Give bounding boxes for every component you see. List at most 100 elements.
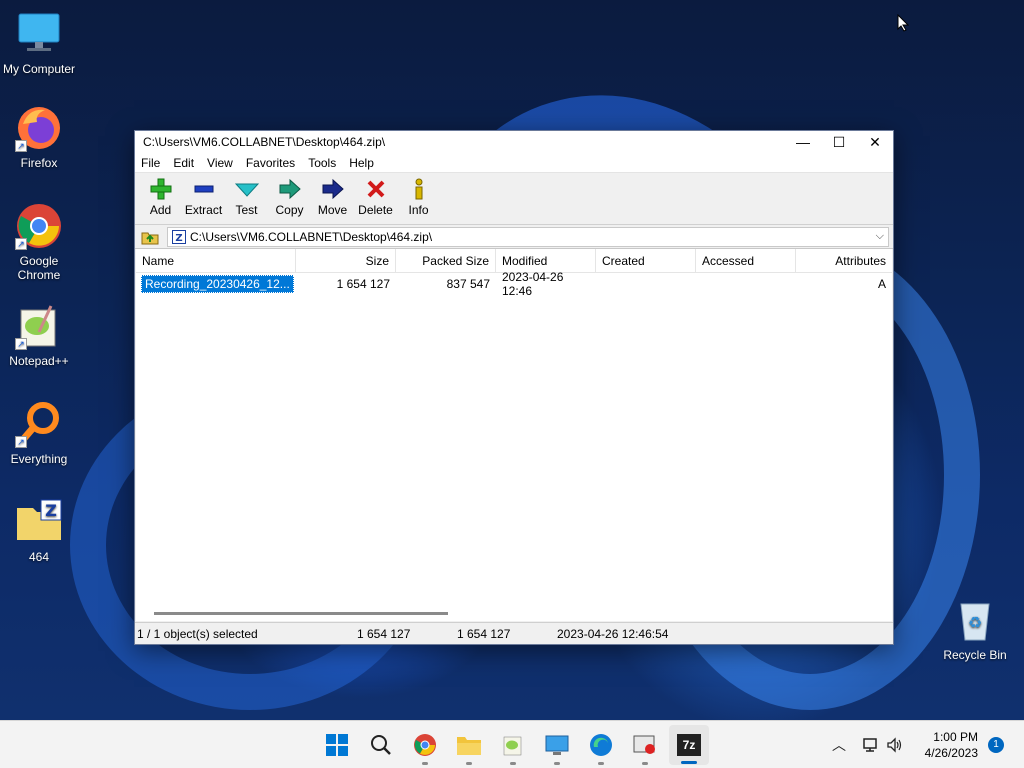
shortcut-arrow-icon: ↗	[15, 436, 27, 448]
delete-button[interactable]: Delete	[354, 177, 397, 217]
column-packed-size[interactable]: Packed Size	[396, 249, 496, 272]
desktop-icon-label: Notepad++	[9, 354, 69, 368]
chevron-down-icon[interactable]: ⌵	[876, 230, 884, 243]
window-title: C:\Users\VM6.COLLABNET\Desktop\464.zip\	[143, 135, 386, 149]
info-button[interactable]: Info	[397, 177, 440, 217]
extract-icon	[182, 177, 225, 201]
everything-search-icon: ↗	[15, 400, 63, 448]
search-button[interactable]	[365, 729, 397, 761]
start-button[interactable]	[321, 729, 353, 761]
desktop-icon-firefox[interactable]: ↗ Firefox	[0, 104, 78, 170]
close-button[interactable]: ✕	[857, 131, 893, 153]
column-created[interactable]: Created	[596, 249, 696, 272]
add-label: Add	[149, 203, 172, 217]
search-icon	[371, 735, 391, 755]
taskbar-remote-desktop[interactable]	[541, 729, 573, 765]
svg-text:Z: Z	[175, 233, 182, 244]
copy-button[interactable]: Copy	[268, 177, 311, 217]
status-size: 1 654 127	[357, 626, 411, 641]
info-icon	[397, 177, 440, 201]
copy-label: Copy	[275, 203, 304, 217]
toolbar: Add Extract Test Copy Move Delete Info	[135, 173, 893, 225]
desktop-icon-label: Everything	[10, 452, 68, 466]
chrome-icon	[414, 734, 436, 756]
status-modified: 2023-04-26 12:46:54	[557, 626, 669, 641]
running-indicator	[466, 762, 472, 765]
running-indicator	[598, 762, 604, 765]
delete-label: Delete	[358, 203, 393, 217]
shortcut-arrow-icon: ↗	[15, 238, 27, 250]
folder-up-icon	[141, 232, 159, 244]
taskbar-recorder[interactable]	[629, 729, 661, 765]
shortcut-arrow-icon: ↗	[15, 338, 27, 350]
taskbar-file-explorer[interactable]	[453, 729, 485, 765]
file-list[interactable]: Name Size Packed Size Modified Created A…	[136, 249, 892, 621]
taskbar-chrome[interactable]	[409, 729, 441, 765]
column-accessed[interactable]: Accessed	[696, 249, 796, 272]
screen-recorder-icon	[633, 735, 655, 754]
clock-date: 4/26/2023	[924, 746, 978, 760]
desktop-icon-464-zip[interactable]: Z 464	[0, 498, 78, 564]
menu-edit[interactable]: Edit	[173, 156, 194, 170]
menu-favorites[interactable]: Favorites	[246, 156, 295, 170]
firefox-icon: ↗	[15, 104, 63, 152]
column-name[interactable]: Name	[136, 249, 296, 272]
table-row[interactable]: Recording_20230426_12... 1 654 127 837 5…	[136, 270, 892, 298]
menu-bar: File Edit View Favorites Tools Help	[135, 153, 893, 173]
cell-packed-size: 837 547	[446, 277, 490, 291]
folder-up-button[interactable]	[139, 227, 161, 247]
running-indicator	[510, 762, 516, 765]
system-tray: ︿	[832, 721, 904, 768]
horizontal-scrollbar[interactable]	[154, 612, 448, 615]
desktop-icon-everything[interactable]: ↗ Everything	[0, 400, 78, 466]
taskbar-edge[interactable]	[585, 729, 617, 765]
extract-label: Extract	[184, 203, 223, 217]
desktop-icon-notepadpp[interactable]: ↗ Notepad++	[0, 302, 78, 368]
chevron-up-icon[interactable]: ︿	[832, 735, 846, 755]
add-button[interactable]: Add	[139, 177, 182, 217]
desktop-icon-my-computer[interactable]: My Computer	[0, 10, 78, 76]
notification-badge[interactable]: 1	[988, 737, 1004, 753]
maximize-button[interactable]: ☐	[821, 131, 857, 153]
move-icon	[311, 177, 354, 201]
move-button[interactable]: Move	[311, 177, 354, 217]
notepadpp-icon	[503, 736, 522, 756]
desktop-icon-recycle-bin[interactable]: ♻ Recycle Bin	[936, 596, 1014, 662]
taskbar-notepadpp[interactable]	[497, 729, 529, 765]
column-size[interactable]: Size	[296, 249, 396, 272]
running-indicator	[422, 762, 428, 765]
svg-text:♻: ♻	[968, 613, 982, 632]
cell-name: Recording_20230426_12...	[136, 275, 296, 293]
volume-icon[interactable]	[886, 737, 904, 753]
address-text: C:\Users\VM6.COLLABNET\Desktop\464.zip\	[190, 229, 433, 244]
menu-tools[interactable]: Tools	[308, 156, 336, 170]
desktop-icon-chrome[interactable]: ↗ Google Chrome	[0, 202, 78, 282]
taskbar-7zip[interactable]: 7z	[669, 725, 709, 765]
menu-file[interactable]: File	[141, 156, 160, 170]
column-attributes[interactable]: Attributes	[796, 249, 892, 272]
menu-help[interactable]: Help	[349, 156, 374, 170]
chrome-icon: ↗	[15, 202, 63, 250]
notepadpp-icon: ↗	[15, 302, 63, 350]
info-label: Info	[408, 203, 429, 217]
windows-logo-icon	[326, 734, 348, 756]
network-icon[interactable]	[862, 737, 880, 753]
folder-icon	[457, 737, 481, 755]
extract-button[interactable]: Extract	[182, 177, 225, 217]
test-icon	[225, 177, 268, 201]
menu-view[interactable]: View	[207, 156, 233, 170]
status-selection: 1 / 1 object(s) selected	[137, 626, 258, 641]
add-icon	[139, 177, 182, 201]
mouse-cursor-icon	[897, 14, 909, 32]
column-modified[interactable]: Modified	[496, 249, 596, 272]
minimize-button[interactable]: —	[785, 131, 821, 153]
zip-folder-icon: Z	[15, 498, 63, 546]
test-button[interactable]: Test	[225, 177, 268, 217]
7zip-window[interactable]: C:\Users\VM6.COLLABNET\Desktop\464.zip\ …	[134, 130, 894, 645]
window-titlebar[interactable]: C:\Users\VM6.COLLABNET\Desktop\464.zip\ …	[135, 131, 893, 153]
status-bar: 1 / 1 object(s) selected 1 654 127 1 654…	[135, 622, 893, 644]
taskbar-clock[interactable]: 1:00 PM 4/26/2023	[925, 729, 978, 761]
address-field[interactable]: Z C:\Users\VM6.COLLABNET\Desktop\464.zip…	[167, 226, 889, 247]
zip-archive-icon: Z	[172, 229, 186, 244]
copy-icon	[268, 177, 311, 201]
